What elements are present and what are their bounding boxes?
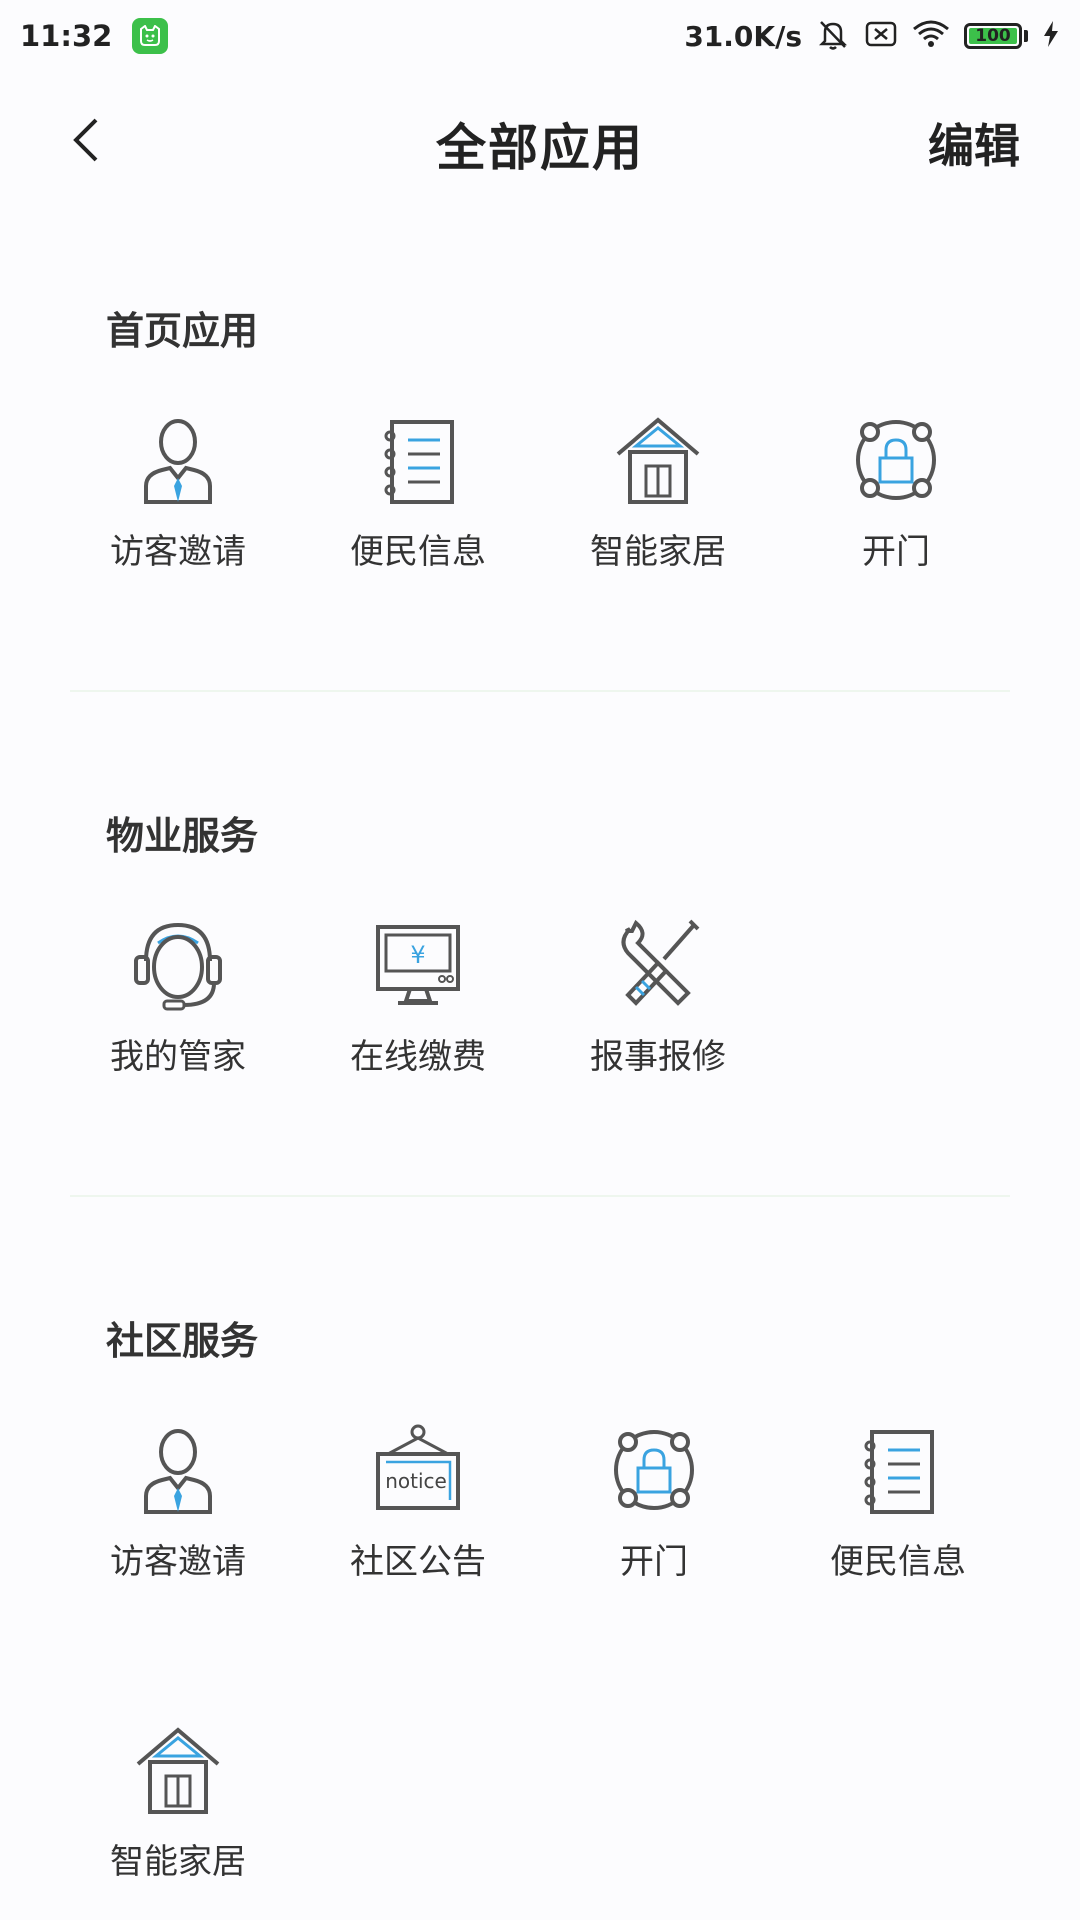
headset-icon: [134, 922, 222, 1011]
app-label: 社区公告: [350, 1542, 486, 1582]
app-open-door[interactable]: 开门: [796, 410, 996, 573]
app-visitor-invite[interactable]: 访客邀请: [78, 1420, 278, 1583]
lock-icon: [856, 420, 936, 500]
section-title-property-services: 物业服务: [106, 814, 259, 858]
app-my-butler[interactable]: 我的管家: [78, 915, 278, 1078]
payment-monitor-icon: ¥: [376, 925, 460, 1005]
status-time: 11:32: [20, 19, 113, 53]
battery-level: 100: [969, 27, 1017, 44]
charging-icon: [1042, 20, 1060, 52]
section-divider: [70, 690, 1010, 692]
section-title-home-apps: 首页应用: [106, 309, 259, 353]
notice-board-icon: notice: [376, 1424, 460, 1510]
app-label: 报事报修: [590, 1037, 726, 1077]
app-label: 访客邀请: [110, 532, 246, 572]
app-label: 便民信息: [830, 1542, 966, 1582]
app-notification-icon: [132, 18, 169, 54]
repair-tools-icon: [621, 919, 700, 1006]
notebook-icon: [864, 1430, 934, 1514]
visitor-icon: [144, 419, 212, 504]
section-divider: [70, 1195, 1010, 1197]
notebook-icon: [384, 420, 454, 504]
app-smart-home[interactable]: 智能家居: [558, 410, 758, 573]
notice-icon-text: notice: [385, 1469, 447, 1493]
section-title-community-services: 社区服务: [106, 1319, 259, 1363]
battery-icon: 100: [964, 23, 1028, 49]
app-label: 开门: [620, 1542, 688, 1582]
nav-bar: 全部应用 编辑: [0, 90, 1080, 190]
app-open-door[interactable]: 开门: [554, 1420, 754, 1583]
page-title: 全部应用: [436, 119, 644, 177]
status-bar: 11:32 31.0K/s 100: [0, 0, 1080, 72]
app-repair-report[interactable]: 报事报修: [558, 915, 758, 1078]
app-convenience-info[interactable]: 便民信息: [798, 1420, 998, 1583]
app-label: 开门: [862, 532, 930, 572]
app-visitor-invite[interactable]: 访客邀请: [78, 410, 278, 573]
app-community-notice[interactable]: notice 社区公告: [318, 1420, 518, 1583]
sim-off-icon: [864, 19, 898, 53]
app-label: 智能家居: [110, 1842, 246, 1882]
svg-text:¥: ¥: [410, 941, 425, 969]
app-smart-home[interactable]: 智能家居: [78, 1720, 278, 1883]
network-speed: 31.0K/s: [684, 19, 802, 53]
house-icon: [616, 417, 700, 504]
house-icon: [136, 1727, 220, 1814]
app-online-payment[interactable]: ¥ 在线缴费: [318, 915, 518, 1078]
app-label: 访客邀请: [110, 1542, 246, 1582]
wifi-icon: [912, 19, 950, 53]
mute-icon: [816, 17, 850, 55]
visitor-icon: [144, 1429, 212, 1514]
edit-button[interactable]: 编辑: [928, 110, 1020, 176]
app-convenience-info[interactable]: 便民信息: [318, 410, 518, 573]
app-label: 智能家居: [590, 532, 726, 572]
app-label: 我的管家: [110, 1037, 246, 1077]
app-label: 在线缴费: [350, 1037, 486, 1077]
lock-icon: [614, 1430, 694, 1510]
app-label: 便民信息: [350, 532, 486, 572]
